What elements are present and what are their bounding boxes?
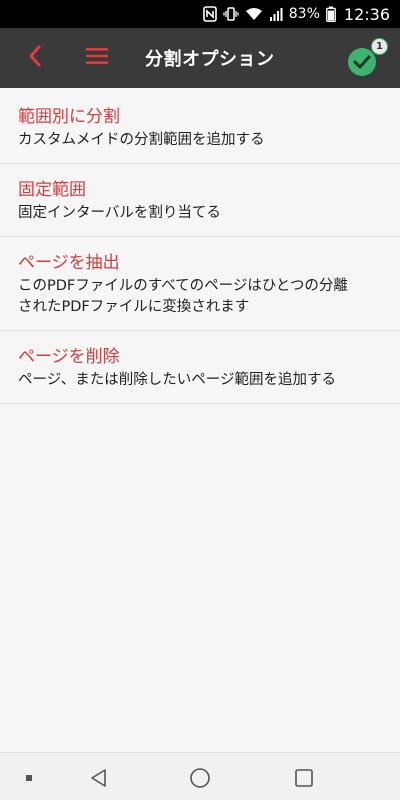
menu-button[interactable] bbox=[82, 43, 112, 73]
count-badge: 1 bbox=[371, 38, 388, 55]
chevron-left-icon bbox=[28, 45, 42, 71]
option-description: ページ、または削除したいページ範囲を追加する bbox=[18, 372, 336, 388]
vibrate-icon bbox=[223, 6, 239, 22]
option-extract-pages[interactable]: ページを抽出 このPDFファイルのすべてのページはひとつの分離 されたPDFファ… bbox=[0, 237, 400, 331]
navigation-bar bbox=[0, 752, 400, 800]
check-circle-icon bbox=[348, 48, 376, 76]
option-split-by-range[interactable]: 範囲別に分割 カスタムメイドの分割範囲を追加する bbox=[0, 88, 400, 164]
option-title: 範囲別に分割 bbox=[18, 107, 120, 127]
wifi-icon bbox=[245, 6, 263, 22]
app-bar: 分割オプション 1 bbox=[0, 28, 400, 88]
hamburger-menu-icon bbox=[85, 47, 109, 69]
option-description: このPDFファイルのすべてのページはひとつの分離 bbox=[18, 278, 348, 294]
status-bar: 83% 12:36 bbox=[0, 0, 400, 28]
back-triangle-icon[interactable] bbox=[86, 765, 112, 791]
screen: 83% 12:36 分割オプション 1 範囲別に分割 カスタムメイドの分割範囲を… bbox=[0, 0, 400, 800]
option-title: 固定範囲 bbox=[18, 180, 86, 200]
option-title: ページを削除 bbox=[18, 347, 120, 367]
confirm-button[interactable]: 1 bbox=[346, 38, 388, 78]
battery-icon bbox=[325, 6, 336, 22]
option-description: カスタムメイドの分割範囲を追加する bbox=[18, 132, 265, 148]
battery-percentage: 83% bbox=[288, 6, 320, 22]
status-clock: 12:36 bbox=[343, 4, 390, 24]
option-description-line-2: されたPDFファイルに変換されます bbox=[18, 299, 250, 315]
option-description: 固定インターバルを割り当てる bbox=[18, 205, 221, 221]
recent-dot-icon[interactable] bbox=[16, 765, 42, 791]
page-title: 分割オプション bbox=[145, 49, 275, 70]
option-title: ページを抽出 bbox=[18, 253, 120, 273]
split-options-list: 範囲別に分割 カスタムメイドの分割範囲を追加する 固定範囲 固定インターバルを割… bbox=[0, 88, 400, 404]
home-circle-icon[interactable] bbox=[187, 765, 213, 791]
option-delete-pages[interactable]: ページを削除 ページ、または削除したいページ範囲を追加する bbox=[0, 331, 400, 404]
back-button[interactable] bbox=[20, 43, 50, 73]
signal-icon bbox=[269, 6, 283, 22]
nfc-icon bbox=[202, 6, 217, 22]
overview-square-icon[interactable] bbox=[291, 765, 317, 791]
option-fixed-range[interactable]: 固定範囲 固定インターバルを割り当てる bbox=[0, 164, 400, 237]
